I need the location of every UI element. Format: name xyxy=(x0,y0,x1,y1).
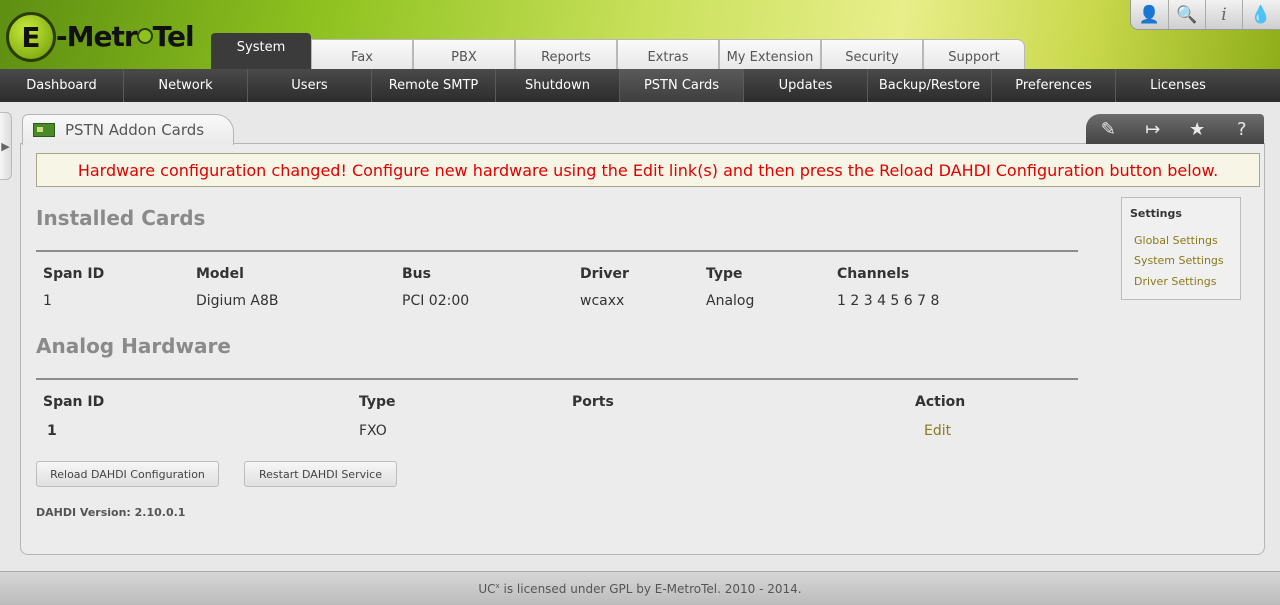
card-type: Analog xyxy=(706,293,755,309)
settings-title: Settings xyxy=(1130,207,1182,220)
tab-reports[interactable]: Reports xyxy=(515,39,617,69)
card-channels: 1 2 3 4 5 6 7 8 xyxy=(837,293,940,309)
reload-dahdi-button[interactable]: Reload DAHDI Configuration xyxy=(36,461,219,487)
search-icon[interactable]: 🔍 xyxy=(1168,0,1205,29)
drop-icon[interactable]: 💧 xyxy=(1242,0,1279,29)
subnav-preferences[interactable]: Preferences xyxy=(992,69,1116,102)
edit-link[interactable]: Edit xyxy=(924,423,951,439)
subnav-updates[interactable]: Updates xyxy=(744,69,868,102)
tab-support[interactable]: Support xyxy=(923,39,1025,69)
analog-hardware-title: Analog Hardware xyxy=(36,334,231,358)
logo[interactable]: E -Metr Tel xyxy=(6,12,206,62)
subnav-shutdown[interactable]: Shutdown xyxy=(496,69,620,102)
star-icon[interactable]: ★ xyxy=(1179,119,1215,140)
hw-span-id: 1 xyxy=(47,423,57,439)
tab-system[interactable]: System xyxy=(211,33,311,69)
logo-text: -Metr Tel xyxy=(56,20,195,53)
col-channels: Channels xyxy=(837,266,910,282)
col-ports: Ports xyxy=(572,394,614,410)
col-span-id: Span ID xyxy=(43,266,105,282)
col-model: Model xyxy=(196,266,244,282)
subnav-remote-smtp[interactable]: Remote SMTP xyxy=(372,69,496,102)
global-settings-link[interactable]: Global Settings xyxy=(1134,234,1218,247)
edit-icon[interactable]: ✎ xyxy=(1090,119,1126,140)
col-bus: Bus xyxy=(402,266,431,282)
subnav-backup-restore[interactable]: Backup/Restore xyxy=(868,69,992,102)
top-icon-bar: 👤 🔍 i 💧 xyxy=(1130,0,1280,30)
chevron-right-icon: ▶ xyxy=(1,139,10,153)
hw-type: FXO xyxy=(359,423,387,439)
panel-title: PSTN Addon Cards xyxy=(65,121,205,139)
card-bus: PCI 02:00 xyxy=(402,293,470,309)
panel-tab: PSTN Addon Cards xyxy=(22,114,234,145)
tab-extras[interactable]: Extras xyxy=(617,39,719,69)
info-icon[interactable]: i xyxy=(1205,0,1242,29)
pci-card-icon xyxy=(33,123,55,137)
card-model: Digium A8B xyxy=(196,293,279,309)
settings-box: Settings Global Settings System Settings… xyxy=(1121,197,1241,300)
restart-dahdi-button[interactable]: Restart DAHDI Service xyxy=(244,461,397,487)
hardware-alert: Hardware configuration changed! Configur… xyxy=(36,153,1260,187)
app-header: E -Metr Tel System Fax PBX Reports Extras… xyxy=(0,0,1280,69)
main-tabs: System Fax PBX Reports Extras My Extensi… xyxy=(211,33,1025,69)
divider xyxy=(36,250,1078,252)
tab-pbx[interactable]: PBX xyxy=(413,39,515,69)
divider xyxy=(36,378,1078,380)
subnav-dashboard[interactable]: Dashboard xyxy=(0,69,124,102)
col-span-id: Span ID xyxy=(43,394,105,410)
logo-dot-icon xyxy=(136,28,153,44)
panel-actions: ✎ ↦ ★ ? xyxy=(1086,114,1264,144)
card-span-id: 1 xyxy=(43,293,52,309)
col-type: Type xyxy=(359,394,396,410)
subnav-users[interactable]: Users xyxy=(248,69,372,102)
tab-fax[interactable]: Fax xyxy=(311,39,413,69)
sidebar-toggle[interactable]: ▶ xyxy=(0,112,12,180)
system-settings-link[interactable]: System Settings xyxy=(1134,254,1224,267)
card-driver: wcaxx xyxy=(580,293,625,309)
footer: UCx is licensed under GPL by E-MetroTel.… xyxy=(0,571,1280,605)
installed-cards-title: Installed Cards xyxy=(36,206,206,230)
user-icon[interactable]: 👤 xyxy=(1131,0,1168,29)
dahdi-version: DAHDI Version: 2.10.0.1 xyxy=(36,506,186,519)
export-icon[interactable]: ↦ xyxy=(1135,119,1171,140)
subnav-pstn-cards[interactable]: PSTN Cards xyxy=(620,69,744,102)
tab-my-extension[interactable]: My Extension xyxy=(719,39,821,69)
subnav-licenses[interactable]: Licenses xyxy=(1116,69,1240,102)
content-panel: Hardware configuration changed! Configur… xyxy=(20,143,1265,555)
driver-settings-link[interactable]: Driver Settings xyxy=(1134,275,1216,288)
col-action: Action xyxy=(915,394,966,410)
col-driver: Driver xyxy=(580,266,629,282)
col-type: Type xyxy=(706,266,743,282)
tab-security[interactable]: Security xyxy=(821,39,923,69)
sub-nav: Dashboard Network Users Remote SMTP Shut… xyxy=(0,69,1280,102)
help-icon[interactable]: ? xyxy=(1224,119,1260,140)
footer-text: UCx is licensed under GPL by E-MetroTel.… xyxy=(478,581,802,596)
logo-emblem: E xyxy=(6,12,56,62)
subnav-network[interactable]: Network xyxy=(124,69,248,102)
